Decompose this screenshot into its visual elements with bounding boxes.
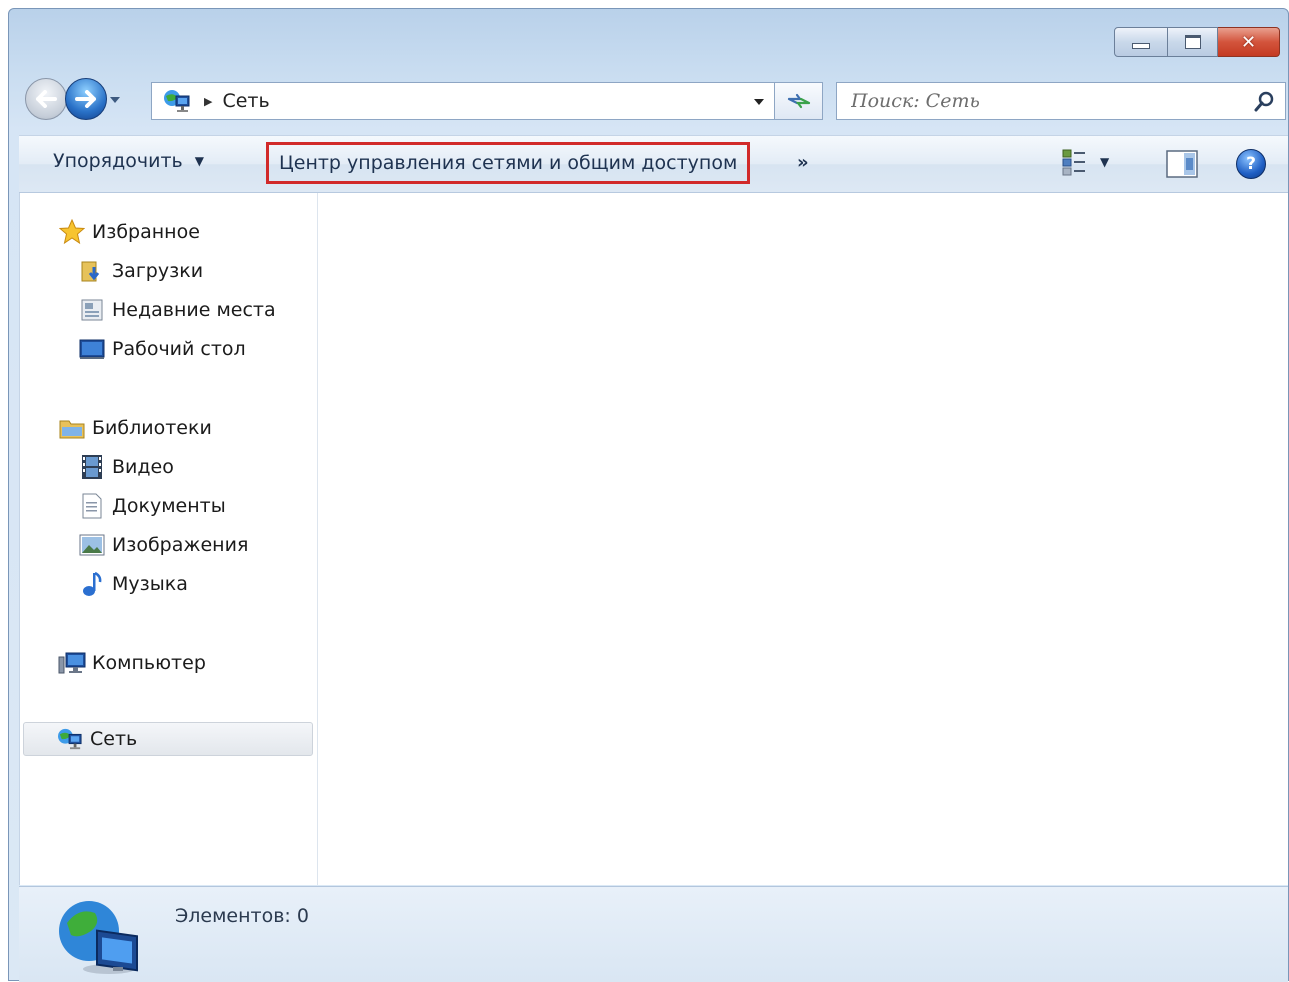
help-icon: ? xyxy=(1246,154,1256,174)
video-icon xyxy=(78,453,106,481)
music-icon xyxy=(78,570,106,598)
address-history-dropdown-icon[interactable] xyxy=(752,97,766,107)
computer-icon xyxy=(58,649,86,677)
network-sharing-center-label: Центр управления сетями и общим доступом xyxy=(279,152,738,174)
documents-icon xyxy=(78,492,106,520)
network-icon xyxy=(164,90,190,112)
maximize-button[interactable] xyxy=(1168,27,1218,57)
nav-item-pictures[interactable]: Изображения xyxy=(78,528,248,562)
nav-item-video[interactable]: Видео xyxy=(78,450,174,484)
nav-computer-label: Компьютер xyxy=(92,652,206,674)
caption-buttons: ✕ xyxy=(1114,27,1280,57)
search-input[interactable] xyxy=(849,89,1243,113)
maximize-icon xyxy=(1184,35,1201,49)
nav-item-music[interactable]: Музыка xyxy=(78,567,188,601)
nav-item-label: Музыка xyxy=(112,573,188,595)
nav-favorites[interactable]: Избранное xyxy=(58,215,200,249)
search-icon[interactable] xyxy=(1253,91,1275,113)
help-button[interactable]: ? xyxy=(1236,149,1266,179)
favorites-star-icon xyxy=(58,218,86,246)
pictures-icon xyxy=(78,531,106,559)
minimize-icon xyxy=(1132,43,1150,49)
more-commands-button[interactable]: » xyxy=(797,152,809,173)
search-box[interactable] xyxy=(836,82,1286,120)
details-pane: Элементов: 0 xyxy=(19,886,1288,982)
back-button[interactable] xyxy=(25,78,67,120)
libraries-icon xyxy=(58,414,86,442)
close-button[interactable]: ✕ xyxy=(1218,27,1280,57)
recent-places-icon xyxy=(78,296,106,324)
nav-network-label: Сеть xyxy=(90,728,138,750)
minimize-button[interactable] xyxy=(1114,27,1168,57)
change-view-button[interactable]: ▼ xyxy=(1062,148,1109,176)
view-options-dropdown-icon: ▼ xyxy=(1100,155,1110,169)
nav-item-label: Недавние места xyxy=(112,299,276,321)
file-list-area[interactable] xyxy=(318,193,1288,885)
refresh-icon xyxy=(787,93,810,109)
view-details-icon xyxy=(1062,149,1085,176)
preview-pane-icon[interactable] xyxy=(1166,150,1198,178)
network-icon xyxy=(56,725,84,753)
nav-favorites-label: Избранное xyxy=(92,221,200,243)
breadcrumb-network[interactable]: Сеть xyxy=(222,90,269,112)
nav-item-label: Видео xyxy=(112,456,174,478)
forward-arrow-icon xyxy=(75,90,96,108)
nav-item-label: Загрузки xyxy=(112,260,204,282)
navigation-pane[interactable]: Избранное Загрузки Недавние места Рабочи… xyxy=(20,193,318,885)
organize-label: Упорядочить xyxy=(53,150,183,172)
nav-item-recent-places[interactable]: Недавние места xyxy=(78,293,276,327)
nav-network[interactable]: Сеть xyxy=(23,722,313,756)
breadcrumb-separator-icon[interactable]: ▶ xyxy=(204,95,212,108)
forward-button[interactable] xyxy=(65,78,107,120)
nav-libraries[interactable]: Библиотеки xyxy=(58,411,212,445)
close-icon: ✕ xyxy=(1240,31,1257,53)
network-large-icon xyxy=(59,901,138,974)
network-sharing-center-button[interactable]: Центр управления сетями и общим доступом xyxy=(266,142,751,184)
nav-computer[interactable]: Компьютер xyxy=(58,646,206,680)
back-arrow-icon xyxy=(36,90,57,108)
explorer-body: Избранное Загрузки Недавние места Рабочи… xyxy=(19,193,1288,885)
recent-pages-dropdown-icon[interactable] xyxy=(108,95,122,105)
refresh-button[interactable] xyxy=(775,82,823,120)
nav-item-label: Изображения xyxy=(112,534,249,556)
chevron-down-icon: ▼ xyxy=(194,154,204,168)
nav-item-desktop[interactable]: Рабочий стол xyxy=(78,332,246,366)
nav-item-label: Рабочий стол xyxy=(112,338,246,360)
nav-item-documents[interactable]: Документы xyxy=(78,489,226,523)
downloads-folder-icon xyxy=(78,257,106,285)
nav-libraries-label: Библиотеки xyxy=(92,417,212,439)
desktop-icon xyxy=(78,335,106,363)
items-count: Элементов: 0 xyxy=(175,905,309,927)
explorer-window: ✕ ▶ Сеть Поиск: Сеть Упорядочить ▼ Центр… xyxy=(8,8,1289,982)
nav-item-downloads[interactable]: Загрузки xyxy=(78,254,203,288)
organize-button[interactable]: Упорядочить ▼ xyxy=(53,150,204,172)
address-bar[interactable]: ▶ Сеть xyxy=(151,82,775,120)
nav-item-label: Документы xyxy=(112,495,226,517)
command-bar: Упорядочить ▼ Центр управления сетями и … xyxy=(19,135,1288,193)
